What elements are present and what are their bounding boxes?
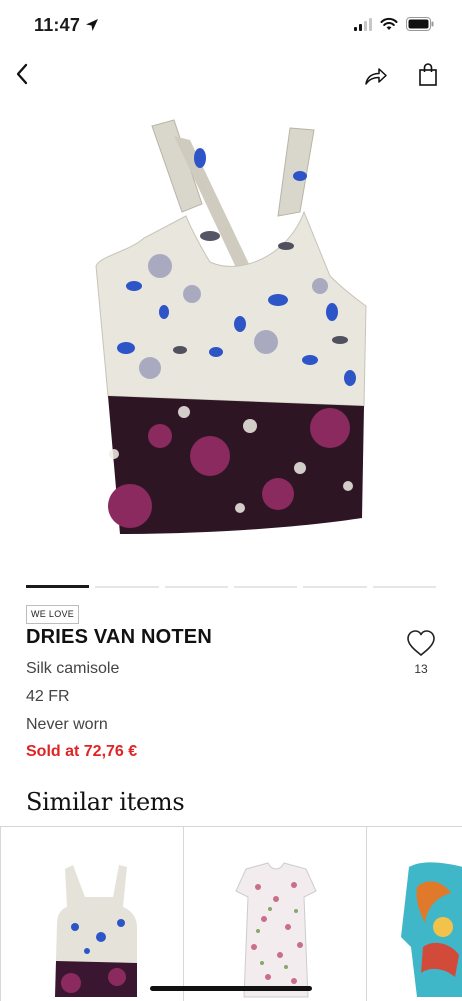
product-image[interactable] [90, 116, 372, 542]
status-time: 11:47 [34, 15, 81, 35]
home-indicator [150, 986, 312, 991]
similar-item-card[interactable] [366, 827, 462, 1001]
heart-icon [407, 630, 435, 656]
product-name: Silk camisole [26, 660, 120, 677]
similar-item-card[interactable] [0, 827, 183, 1001]
signal-icon [354, 17, 372, 31]
similar-item-image [401, 862, 462, 997]
carousel-segment [164, 586, 228, 588]
image-carousel-indicator [26, 585, 436, 588]
status-bar: 11:47 [0, 0, 462, 52]
battery-icon [406, 17, 434, 31]
carousel-segment [372, 586, 436, 588]
carousel-segment [233, 586, 298, 588]
sold-price: Sold at 72,76 € [26, 743, 138, 760]
back-button[interactable] [8, 60, 36, 88]
location-arrow-icon [86, 19, 98, 31]
back-icon [16, 63, 28, 85]
carousel-segment [95, 586, 159, 588]
we-love-badge: WE LOVE [26, 605, 80, 624]
similar-items-heading: Similar items [26, 788, 185, 816]
product-brand[interactable]: DRIES VAN NOTEN [26, 626, 212, 649]
product-condition: Never worn [26, 716, 108, 733]
shopping-bag-icon [419, 63, 437, 86]
product-size: 42 FR [26, 688, 70, 705]
favorite-button[interactable] [404, 628, 438, 658]
nav-bar [0, 52, 462, 102]
similar-item-image [235, 862, 317, 998]
similar-item-card[interactable] [183, 827, 366, 1001]
carousel-segment [303, 586, 367, 588]
share-button[interactable] [362, 62, 390, 90]
cart-button[interactable] [414, 60, 442, 90]
carousel-segment-active [26, 585, 90, 588]
similar-items-carousel[interactable] [0, 826, 462, 1001]
favorite-count: 13 [414, 662, 428, 676]
similar-item-image [55, 865, 137, 997]
wifi-icon [380, 17, 398, 30]
share-icon [365, 68, 387, 85]
